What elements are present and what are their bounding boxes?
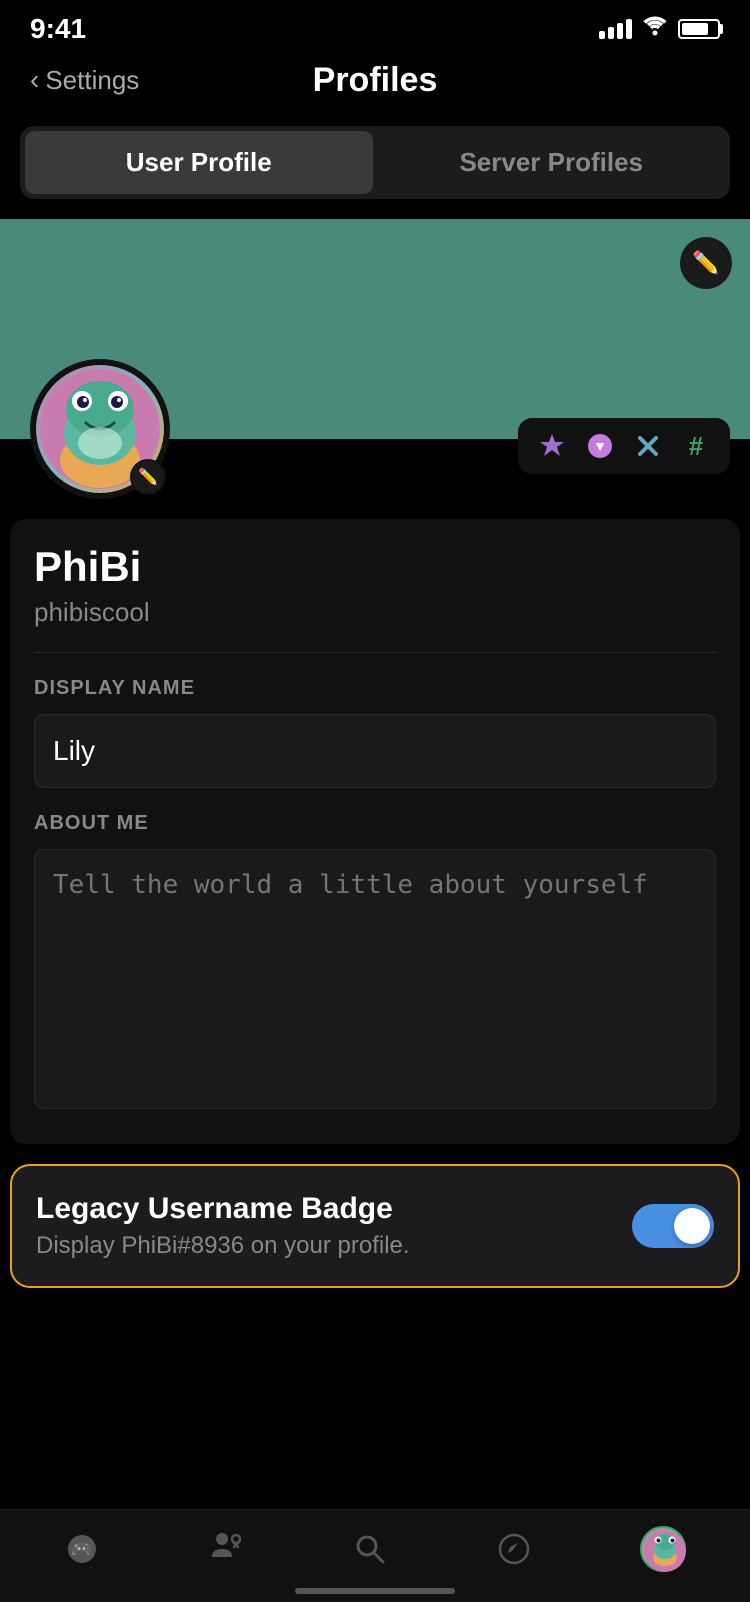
battery-icon: [678, 19, 720, 39]
status-icons: [599, 16, 720, 42]
bottom-nav-profile[interactable]: [640, 1526, 686, 1572]
profile-banner: ✏️: [0, 219, 750, 439]
home-icon: 🎮: [64, 1531, 100, 1567]
nav-bar: ‹ Settings Profiles: [0, 54, 750, 116]
home-indicator: [295, 1588, 455, 1594]
bottom-nav-avatar: [640, 1526, 686, 1572]
edit-avatar-button[interactable]: ✏️: [130, 459, 166, 495]
back-label: Settings: [45, 65, 139, 96]
svg-text:🎮: 🎮: [71, 1539, 93, 1559]
about-me-label: ABOUT ME: [34, 812, 716, 835]
edit-avatar-icon: ✏️: [138, 467, 158, 487]
badge-boost: ▼: [578, 424, 622, 468]
staff-badge-icon: [634, 432, 662, 460]
nitro-badge-icon: [538, 432, 566, 460]
toggle-knob: [674, 1208, 710, 1244]
legacy-badge-toggle[interactable]: [632, 1204, 714, 1248]
legacy-badge-text: Legacy Username Badge Display PhiBi#8936…: [36, 1192, 410, 1260]
profile-info-section: PhiBi phibiscool DISPLAY NAME ABOUT ME: [10, 519, 740, 1144]
signal-bars-icon: [599, 19, 632, 39]
badges-row: ▼ #: [518, 418, 730, 474]
edit-banner-icon: ✏️: [692, 250, 719, 276]
tab-switcher: User Profile Server Profiles: [20, 126, 730, 199]
search-icon: [352, 1531, 388, 1567]
username-handle: phibiscool: [34, 597, 716, 628]
about-me-field: ABOUT ME: [34, 812, 716, 1114]
boost-badge-icon: ▼: [586, 432, 614, 460]
username-display: PhiBi: [34, 543, 716, 591]
page-title: Profiles: [313, 61, 438, 100]
bottom-nav-friends[interactable]: [208, 1527, 244, 1571]
divider: [34, 652, 716, 653]
about-me-input[interactable]: [34, 849, 716, 1109]
status-bar: 9:41: [0, 0, 750, 54]
friends-icon: [208, 1527, 244, 1571]
back-button[interactable]: ‹ Settings: [30, 64, 139, 96]
badge-staff: [626, 424, 670, 468]
edit-banner-button[interactable]: ✏️: [680, 237, 732, 289]
svg-text:▼: ▼: [593, 438, 607, 454]
bottom-nav-avatar-image: [642, 1528, 688, 1574]
friends-icon-svg: [208, 1527, 244, 1563]
wifi-icon: [642, 16, 668, 42]
legacy-badge-title: Legacy Username Badge: [36, 1192, 410, 1226]
back-chevron-icon: ‹: [30, 64, 39, 96]
display-name-label: DISPLAY NAME: [34, 677, 716, 700]
tab-server-profiles[interactable]: Server Profiles: [378, 131, 726, 194]
legacy-badge-card: Legacy Username Badge Display PhiBi#8936…: [10, 1164, 740, 1288]
status-time: 9:41: [30, 13, 86, 45]
display-name-input[interactable]: [34, 714, 716, 788]
badge-hashtag: #: [674, 424, 718, 468]
legacy-badge-description: Display PhiBi#8936 on your profile.: [36, 1232, 410, 1260]
compass-icon: [496, 1531, 532, 1567]
display-name-field: DISPLAY NAME: [34, 677, 716, 788]
bottom-nav-home[interactable]: 🎮: [64, 1531, 100, 1567]
avatar-container: ✏️: [30, 359, 170, 499]
badge-nitro: [530, 424, 574, 468]
tab-user-profile[interactable]: User Profile: [25, 131, 373, 194]
bottom-nav-discover[interactable]: [496, 1531, 532, 1567]
bottom-nav-search[interactable]: [352, 1531, 388, 1567]
